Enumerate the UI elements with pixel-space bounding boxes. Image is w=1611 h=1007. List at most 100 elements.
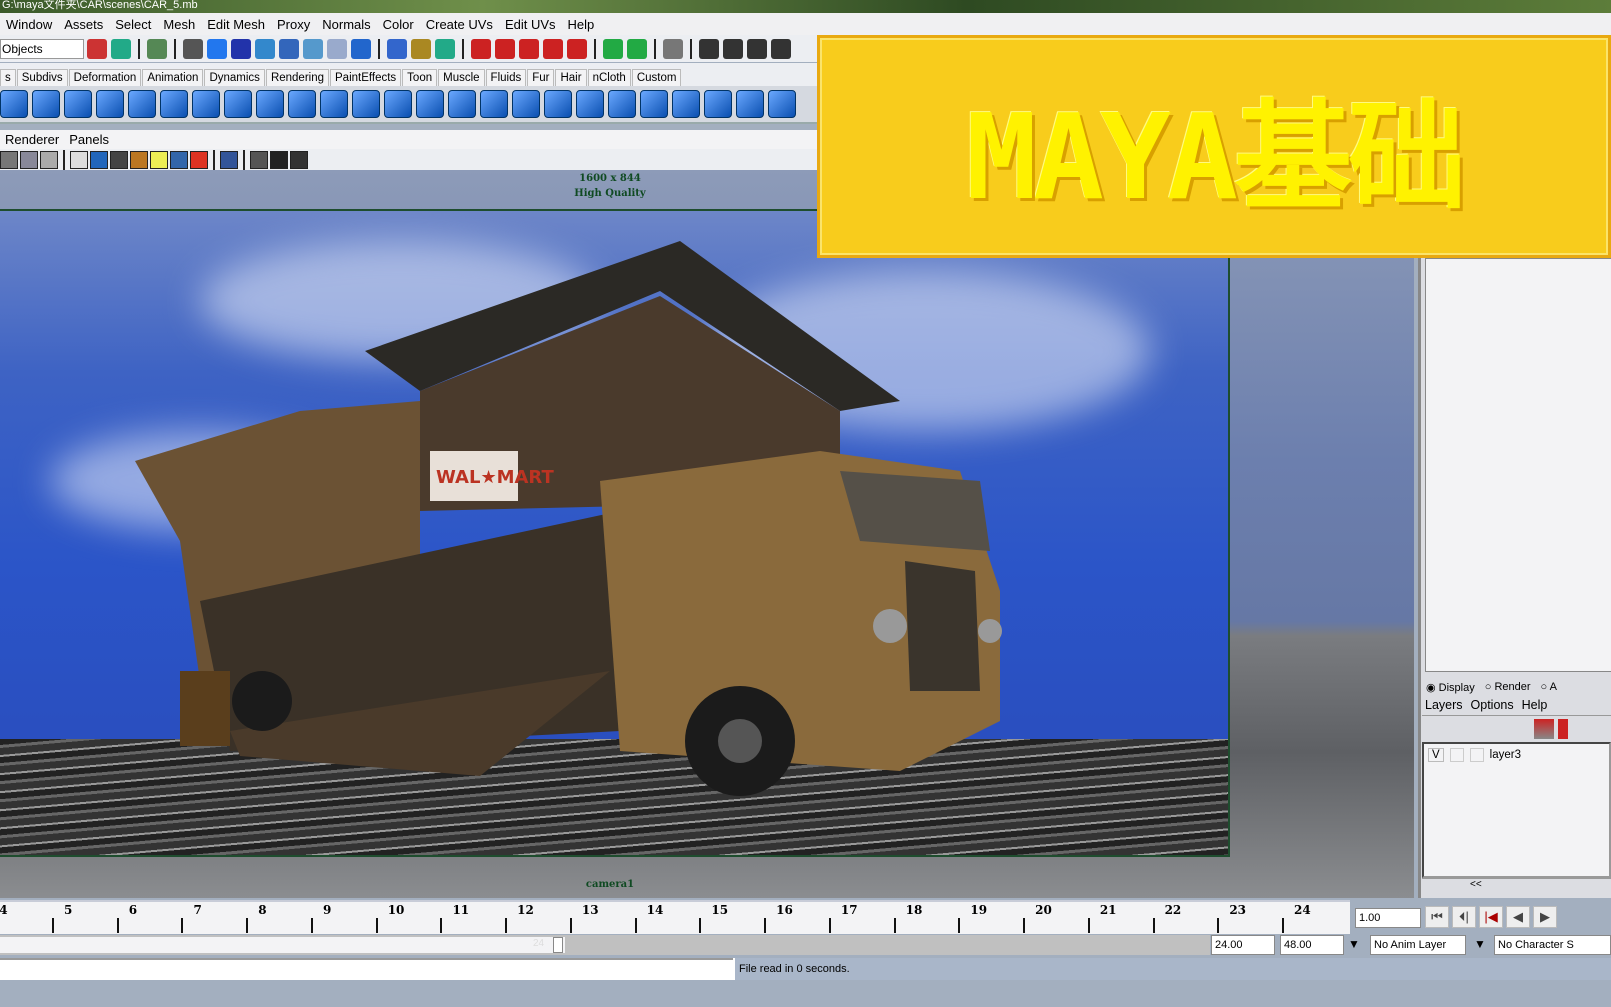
shelf-tool-icon[interactable] [64, 90, 92, 118]
shelf-tool-icon[interactable] [416, 90, 444, 118]
shelf-tool-icon[interactable] [640, 90, 668, 118]
shelf-tool-icon[interactable] [0, 90, 28, 118]
shelf-tool-icon[interactable] [448, 90, 476, 118]
selection-mode-dropdown[interactable]: Objects [0, 38, 84, 59]
shelf-tool-icon[interactable] [608, 90, 636, 118]
menu-edit-mesh[interactable]: Edit Mesh [201, 17, 271, 32]
shelf-tool-icon[interactable] [736, 90, 764, 118]
layer-row[interactable]: V layer3 [1428, 748, 1605, 762]
shelf-tool-icon[interactable] [192, 90, 220, 118]
current-frame-field[interactable]: 1.00 [1355, 908, 1421, 928]
shelf-tab-fur[interactable]: Fur [527, 69, 555, 86]
layer-name[interactable]: layer3 [1490, 749, 1521, 761]
play-forward-icon[interactable]: ▶ [1533, 906, 1557, 928]
status-tool-icon[interactable] [567, 38, 587, 59]
render-view-tool-icon[interactable] [250, 150, 268, 169]
menu-create-uvs[interactable]: Create UVs [420, 17, 499, 32]
time-slider[interactable]: 4 5 6 7 8 9 10 11 12 13 14 15 16 17 18 19 20 21 22 23 24 [0, 900, 1350, 934]
status-tool-icon[interactable] [327, 38, 347, 59]
menu-edit-uvs[interactable]: Edit UVs [499, 17, 562, 32]
status-tool-icon[interactable] [471, 38, 491, 59]
character-set-dropdown-icon[interactable]: ▼ [1474, 937, 1486, 951]
anim-layer-dropdown-icon[interactable]: ▼ [1348, 937, 1360, 951]
new-layer-icon[interactable] [1534, 719, 1554, 739]
status-tool-icon[interactable] [747, 38, 767, 59]
status-tool-icon[interactable] [183, 38, 203, 59]
render-view-tool-icon[interactable] [0, 150, 18, 169]
render-view-tool-icon[interactable] [70, 150, 88, 169]
render-view[interactable]: 1600 x 844 High Quality WAL★MART camera1 [0, 170, 1414, 898]
status-tool-icon[interactable] [543, 38, 563, 59]
layer-color-swatch[interactable] [1469, 748, 1484, 762]
shelf-tab-animation[interactable]: Animation [142, 69, 204, 86]
display-radio[interactable]: ◉ Display [1426, 681, 1475, 695]
anim-layer-field[interactable]: No Anim Layer [1370, 935, 1466, 955]
status-tool-icon[interactable] [303, 38, 323, 59]
shelf-tab-fluids[interactable]: Fluids [485, 69, 527, 86]
status-tool-icon[interactable] [351, 38, 371, 59]
step-back-key-icon[interactable]: |◀ [1479, 906, 1503, 928]
shelf-tool-icon[interactable] [352, 90, 380, 118]
render-view-tool-icon[interactable] [170, 150, 188, 169]
menu-window[interactable]: Window [0, 17, 58, 32]
status-tool-icon[interactable] [435, 38, 455, 59]
shelf-tool-icon[interactable] [96, 90, 124, 118]
status-tool-icon[interactable] [255, 38, 275, 59]
layer-template-toggle[interactable] [1449, 748, 1464, 762]
layers-menu[interactable]: Layers [1425, 698, 1463, 715]
render-view-tool-icon[interactable] [290, 150, 308, 169]
status-tool-icon[interactable] [771, 38, 791, 59]
shelf-tab-ncloth[interactable]: nCloth [587, 69, 631, 86]
render-view-tool-icon[interactable] [20, 150, 38, 169]
shelf-tool-icon[interactable] [672, 90, 700, 118]
status-tool-icon[interactable] [663, 38, 683, 59]
shelf-tab-muscle[interactable]: Muscle [438, 69, 485, 86]
shelf-tab-painteffects[interactable]: PaintEffects [330, 69, 402, 86]
shelf-tool-icon[interactable] [224, 90, 252, 118]
shelf-tool-icon[interactable] [320, 90, 348, 118]
range-max-field[interactable]: 48.00 [1280, 935, 1344, 955]
shelf-tab-deformation[interactable]: Deformation [68, 69, 142, 86]
shelf-tool-icon[interactable] [32, 90, 60, 118]
status-tool-icon[interactable] [111, 38, 131, 59]
render-view-tool-icon[interactable] [270, 150, 288, 169]
render-view-tool-icon[interactable] [40, 150, 58, 169]
shelf-tool-icon[interactable] [384, 90, 412, 118]
render-view-tool-icon[interactable] [150, 150, 168, 169]
shelf-tab-custom[interactable]: Custom [631, 69, 682, 86]
status-tool-icon[interactable] [603, 38, 623, 59]
menu-normals[interactable]: Normals [316, 17, 376, 32]
render-view-tool-icon[interactable] [220, 150, 238, 169]
status-tool-icon[interactable] [495, 38, 515, 59]
menu-proxy[interactable]: Proxy [271, 17, 316, 32]
menu-assets[interactable]: Assets [58, 17, 109, 32]
shelf-tool-icon[interactable] [576, 90, 604, 118]
render-radio[interactable]: ○ Render [1485, 681, 1531, 695]
menu-select[interactable]: Select [109, 17, 157, 32]
status-tool-icon[interactable] [231, 38, 251, 59]
menu-color[interactable]: Color [377, 17, 420, 32]
collapse-button[interactable]: << [1422, 878, 1611, 892]
shelf-tool-icon[interactable] [768, 90, 796, 118]
render-view-tool-icon[interactable] [190, 150, 208, 169]
render-view-tool-icon[interactable] [130, 150, 148, 169]
shelf-tab-toon[interactable]: Toon [402, 69, 438, 86]
status-tool-icon[interactable] [519, 38, 539, 59]
shelf-tool-icon[interactable] [480, 90, 508, 118]
shelf-tab-subdivs[interactable]: Subdivs [16, 69, 68, 86]
range-slider[interactable]: 24 [0, 935, 1210, 955]
go-to-start-icon[interactable]: ⏮ [1425, 906, 1449, 928]
shelf-tool-icon[interactable] [512, 90, 540, 118]
status-tool-icon[interactable] [627, 38, 647, 59]
shelf-tool-icon[interactable] [128, 90, 156, 118]
status-tool-icon[interactable] [699, 38, 719, 59]
status-tool-icon[interactable] [207, 38, 227, 59]
range-handle[interactable] [553, 937, 563, 953]
anim-radio[interactable]: ○ A [1541, 681, 1557, 695]
shelf-tool-icon[interactable] [704, 90, 732, 118]
status-tool-icon[interactable] [279, 38, 299, 59]
help-menu[interactable]: Help [1522, 698, 1548, 715]
status-tool-icon[interactable] [387, 38, 407, 59]
menu-help[interactable]: Help [562, 17, 601, 32]
panel-menu-panels[interactable]: Panels [64, 132, 114, 147]
